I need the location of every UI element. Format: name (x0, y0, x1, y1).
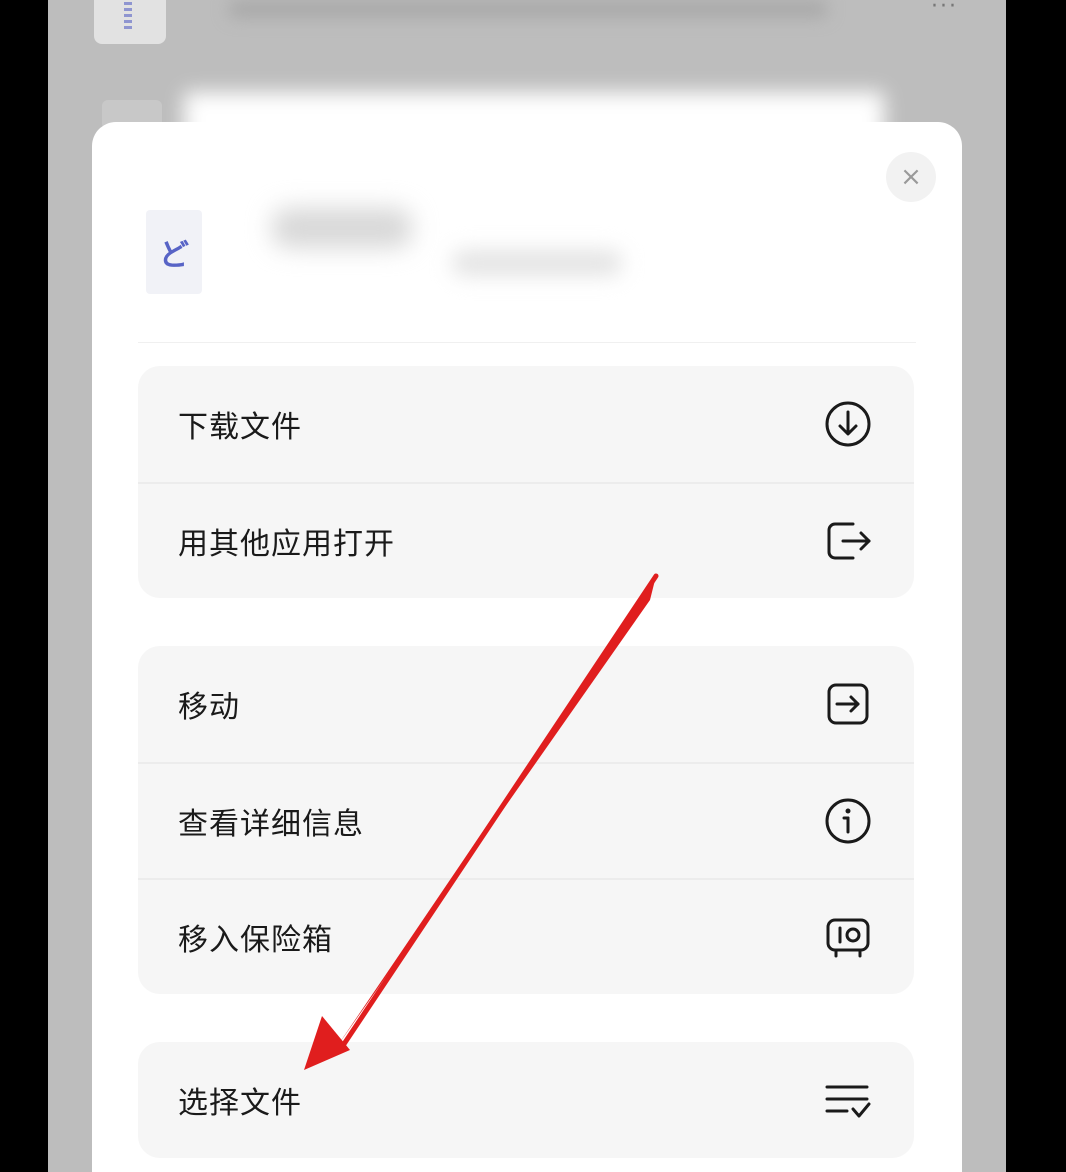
menu-item-label: 选择文件 (178, 1086, 302, 1121)
menu-item-open-with[interactable]: 用其他应用打开 (138, 482, 914, 598)
close-icon: × (900, 162, 922, 192)
header-divider (138, 342, 916, 343)
thumbnail-stripe (124, 0, 132, 30)
info-icon (822, 795, 874, 847)
select-list-icon (822, 1074, 874, 1126)
menu-item-select-files[interactable]: 选择文件 (138, 1042, 914, 1158)
more-icon: ··· (931, 0, 958, 19)
background-blurred-title (228, 0, 828, 18)
safe-icon (822, 911, 874, 963)
menu-item-move[interactable]: 移动 (138, 646, 914, 762)
menu-item-details[interactable]: 查看详细信息 (138, 762, 914, 878)
action-group-file: 下载文件 用其他应用打开 (138, 366, 914, 598)
background-file-thumbnail (94, 0, 166, 44)
phone-screen: ··· × ど 下载文件 用其他应用打开 移动 查看详细信息 移入保险箱 选择文… (48, 0, 1006, 1172)
menu-item-download[interactable]: 下载文件 (138, 366, 914, 482)
file-type-icon: ど (146, 210, 202, 294)
sheet-top-blur (184, 92, 884, 162)
menu-item-label: 查看详细信息 (178, 807, 364, 842)
action-sheet: × ど 下载文件 用其他应用打开 移动 查看详细信息 移入保险箱 选择文件 (92, 92, 962, 1172)
action-group-manage: 移动 查看详细信息 移入保险箱 (138, 646, 914, 994)
menu-item-move-to-safe[interactable]: 移入保险箱 (138, 878, 914, 994)
close-button[interactable]: × (886, 152, 936, 202)
menu-item-label: 用其他应用打开 (178, 527, 395, 562)
file-icon-glyph: ど (159, 238, 189, 273)
download-icon (822, 398, 874, 450)
file-meta-blurred (452, 250, 622, 276)
action-group-select: 选择文件 (138, 1042, 914, 1158)
menu-item-label: 移入保险箱 (178, 923, 333, 958)
menu-item-label: 下载文件 (178, 410, 302, 445)
menu-item-label: 移动 (178, 690, 240, 725)
move-icon (822, 678, 874, 730)
open-external-icon (822, 515, 874, 567)
file-name-blurred (272, 208, 412, 248)
